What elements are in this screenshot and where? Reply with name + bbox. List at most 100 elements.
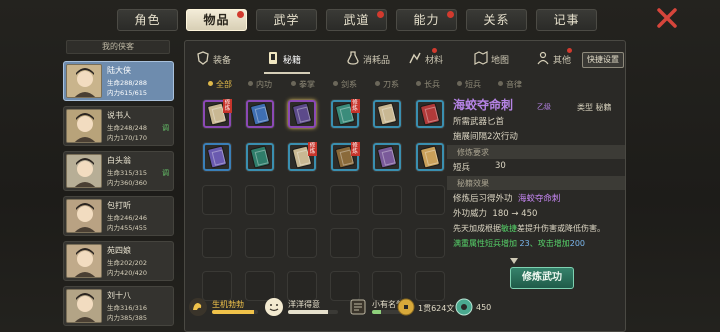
tab-items[interactable]: 物品 <box>186 9 247 31</box>
filter-short-weapon[interactable]: 短兵 <box>457 79 481 90</box>
hero-mp: 内力615/615 <box>107 89 148 97</box>
manual-slot[interactable]: 修炼 <box>287 142 317 172</box>
manual-slot[interactable] <box>414 99 445 129</box>
hero-card[interactable]: 白头翁 生命315/315 内力360/360 调 <box>63 151 174 191</box>
filter-sword[interactable]: 剑系 <box>333 79 357 90</box>
manual-slot[interactable] <box>244 99 275 129</box>
item-category-tabs: 装备 秘籍 消耗品 材料 地图 其他 <box>196 47 626 71</box>
close-icon[interactable] <box>655 6 679 30</box>
filter-long-weapon[interactable]: 长兵 <box>416 79 440 90</box>
subtab-consumables[interactable]: 消耗品 <box>346 47 402 71</box>
hero-mp: 内力170/170 <box>107 134 148 142</box>
subtab-equipment[interactable]: 装备 <box>196 47 256 71</box>
manual-slot[interactable]: 修炼 <box>329 99 360 129</box>
empty-slot[interactable] <box>329 185 360 215</box>
empty-slot[interactable] <box>202 228 232 258</box>
hero-mp: 内力455/455 <box>107 224 148 232</box>
train-ribbon: 修炼 <box>223 99 232 113</box>
top-tab-bar: 角色 物品 武学 武道 能力 关系 记事 <box>0 0 720 36</box>
active-subtab-indicator <box>264 72 310 74</box>
filter-inner-power[interactable]: 内功 <box>248 79 272 90</box>
avatar <box>66 64 102 98</box>
train-ribbon: 修炼 <box>350 99 360 113</box>
scroll-down-icon[interactable] <box>510 258 518 264</box>
muscle-icon <box>189 298 207 316</box>
tab-martial-way[interactable]: 武道 <box>326 9 387 31</box>
empty-slot[interactable] <box>414 228 445 258</box>
potion-icon <box>347 51 359 65</box>
requirement-row: 短兵 30 <box>453 161 506 173</box>
manual-type: 类型 秘籍 <box>577 103 612 112</box>
empty-slot[interactable] <box>202 185 232 215</box>
empty-slot[interactable] <box>287 185 317 215</box>
cast-interval: 施展间隔2次行动 <box>453 132 518 142</box>
filter-music[interactable]: 音律 <box>498 79 522 90</box>
material-icon <box>409 52 421 64</box>
power-row: 外功威力 180 → 450 <box>453 209 538 219</box>
hero-list-title: 我的侠客 <box>66 40 170 54</box>
manual-slot[interactable] <box>202 142 232 172</box>
hero-hp: 生命246/246 <box>107 214 148 222</box>
tab-character[interactable]: 角色 <box>117 9 178 31</box>
hero-name: 陆大侠 <box>107 66 131 75</box>
badge-dot <box>567 48 572 53</box>
vitality-status: 生机勃勃 <box>188 296 260 318</box>
manual-slot[interactable]: 修炼 <box>329 142 360 172</box>
effect-header: 秘籍效果 <box>447 176 625 190</box>
tab-martial-arts[interactable]: 武学 <box>256 9 317 31</box>
hero-card[interactable]: 刘十八 生命316/316 内力385/385 <box>63 286 174 326</box>
empty-slot[interactable] <box>414 185 445 215</box>
manual-slot[interactable] <box>372 142 402 172</box>
manual-slot[interactable] <box>287 99 317 129</box>
empty-slot[interactable] <box>244 185 275 215</box>
status-bar: 生机勃勃 洋洋得意 小有名气 1贯624文 450 <box>184 296 626 320</box>
hero-mp: 内力385/385 <box>107 314 148 322</box>
empty-slot[interactable] <box>372 185 402 215</box>
hero-card[interactable]: 说书人 生命248/248 内力170/170 调 <box>63 106 174 146</box>
filter-all[interactable]: 全部 <box>208 79 232 90</box>
requirement-header: 修炼要求 <box>447 145 625 159</box>
coin-icon <box>397 298 415 316</box>
hero-card[interactable]: 陆大侠生命288/288 内力615/615 <box>63 61 174 101</box>
hero-tag: 调 <box>162 124 169 132</box>
manual-slot[interactable]: 修炼 <box>202 99 232 129</box>
map-icon <box>474 51 488 65</box>
subtab-manuals[interactable]: 秘籍 <box>266 47 316 71</box>
train-skill-button[interactable]: 修炼武功 <box>510 267 574 289</box>
manual-slot[interactable] <box>414 142 445 172</box>
manual-title: 海蛟夺命刺 <box>453 98 514 112</box>
avatar <box>66 289 102 323</box>
hero-card[interactable]: 包打听 生命246/246 内力455/455 <box>63 196 174 236</box>
empty-slot[interactable] <box>244 228 275 258</box>
hero-mp: 内力420/420 <box>107 269 148 277</box>
hero-card[interactable]: 苑四娘 生命202/202 内力420/420 <box>63 241 174 281</box>
vitality-bar <box>212 310 258 314</box>
subtab-other[interactable]: 其他 <box>536 47 578 71</box>
mood-status: 洋洋得意 <box>264 296 346 318</box>
badge-dot <box>377 11 384 18</box>
hero-hp: 生命315/315 <box>107 169 148 177</box>
tab-abilities[interactable]: 能力 <box>396 9 457 31</box>
quick-settings-button[interactable]: 快捷设置 <box>582 52 624 68</box>
tab-journal[interactable]: 记事 <box>536 9 597 31</box>
filter-fist-palm[interactable]: 拳掌 <box>291 79 315 90</box>
train-ribbon: 修炼 <box>308 142 317 156</box>
subtab-maps[interactable]: 地图 <box>474 47 522 71</box>
train-ribbon: 修炼 <box>350 142 360 156</box>
empty-slot[interactable] <box>372 228 402 258</box>
hero-hp: 生命288/288 <box>107 79 148 87</box>
tab-relations[interactable]: 关系 <box>466 9 527 31</box>
hero-name: 白头翁 <box>107 156 131 165</box>
empty-slot[interactable] <box>329 228 360 258</box>
manual-slot[interactable] <box>372 99 402 129</box>
manual-slot[interactable] <box>244 142 275 172</box>
badge-dot <box>237 11 244 18</box>
filter-blade[interactable]: 刀系 <box>375 79 399 90</box>
book-icon <box>269 52 277 64</box>
empty-slot[interactable] <box>287 228 317 258</box>
avatar <box>66 244 102 278</box>
hero-hp: 生命202/202 <box>107 259 148 267</box>
subtab-materials[interactable]: 材料 <box>408 47 458 71</box>
avatar <box>66 109 102 143</box>
scroll-icon <box>350 299 366 315</box>
